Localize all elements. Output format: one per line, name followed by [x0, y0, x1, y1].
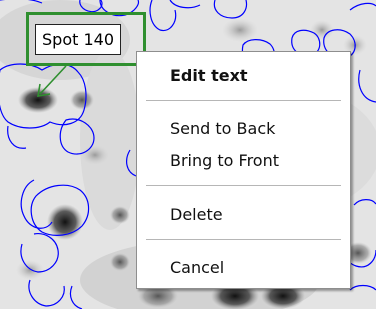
menu-item-delete-label: Delete [170, 205, 223, 224]
spot [310, 20, 334, 40]
spot [110, 206, 130, 224]
context-menu: Edit text Send to Back Bring to Front De… [136, 51, 351, 289]
menu-item-bring-to-front[interactable]: Bring to Front [137, 148, 350, 174]
spot [18, 87, 58, 113]
menu-item-bring-to-front-label: Bring to Front [170, 151, 279, 170]
menu-separator [146, 185, 341, 186]
menu-item-send-to-back-label: Send to Back [170, 119, 276, 138]
menu-item-cancel-label: Cancel [170, 258, 225, 277]
menu-item-edit-text[interactable]: Edit text [137, 63, 350, 89]
spot [110, 253, 130, 271]
menu-item-send-to-back[interactable]: Send to Back [137, 116, 350, 142]
menu-item-cancel[interactable]: Cancel [137, 255, 350, 281]
spot [222, 18, 258, 42]
spot [81, 145, 109, 165]
spot [16, 260, 44, 280]
menu-item-delete[interactable]: Delete [137, 202, 350, 228]
menu-separator [146, 100, 341, 101]
spot [70, 90, 94, 110]
menu-separator [146, 239, 341, 240]
menu-item-edit-text-label: Edit text [170, 66, 248, 85]
spot-label-text: Spot 140 [42, 30, 114, 49]
spot-label[interactable]: Spot 140 [35, 24, 121, 55]
